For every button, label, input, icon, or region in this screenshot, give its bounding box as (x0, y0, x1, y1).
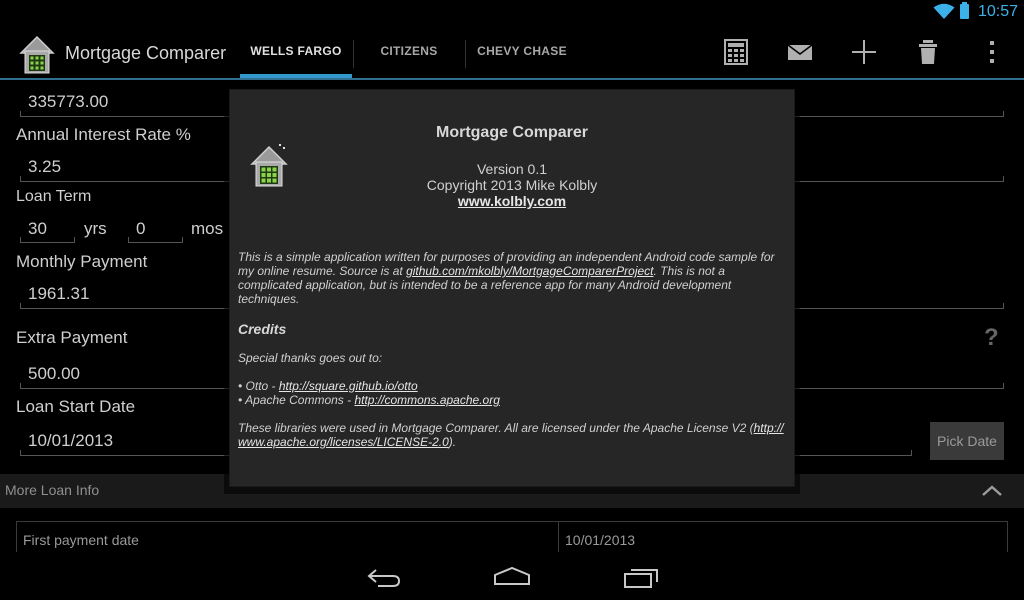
library-item-apache-commons: • Apache Commons - http://commons.apache… (238, 393, 790, 407)
action-bar-divider (0, 78, 1024, 80)
action-bar: Mortgage Comparer WELLS FARGO CITIZENS C… (0, 24, 1024, 80)
thanks-text: Special thanks goes out to: (238, 351, 383, 365)
website-link[interactable]: www.kolbly.com (458, 193, 566, 209)
license-text: These libraries were used in Mortgage Co… (238, 421, 754, 435)
table-divider (558, 522, 559, 554)
trash-icon[interactable] (914, 38, 942, 66)
table-cell-name: First payment date (23, 532, 139, 548)
tab-label: CITIZENS (380, 44, 438, 58)
interest-rate-field[interactable]: 3.25 (28, 157, 61, 177)
description-line: complicated application, but is intended… (238, 278, 732, 292)
battery-icon (960, 2, 969, 19)
license-line: www.apache.org/licenses/LICENSE-2.0). (238, 435, 790, 449)
about-dialog: Mortgage Comparer Version 0.1 Copyright … (230, 90, 794, 486)
app-title: Mortgage Comparer (65, 43, 227, 63)
years-unit-label: yrs (84, 219, 107, 238)
tab-wells-fargo[interactable]: WELLS FARGO (240, 24, 352, 78)
email-icon[interactable] (786, 38, 814, 66)
help-icon[interactable]: ? (984, 324, 999, 352)
license-line: These libraries were used in Mortgage Co… (238, 421, 790, 435)
months-unit-label: mos (191, 219, 224, 238)
loan-term-months-field[interactable]: 0 (136, 219, 145, 239)
description-line: my online resume. Source is at github.co… (238, 264, 790, 278)
library-name: • Apache Commons - (238, 393, 355, 407)
credits-heading: Credits (238, 321, 287, 337)
pick-date-button[interactable]: Pick Date (930, 422, 1004, 460)
license-paragraph: These libraries were used in Mortgage Co… (238, 421, 790, 449)
extra-payment-label: Extra Payment (16, 328, 128, 347)
calculator-icon[interactable] (722, 38, 750, 66)
source-link[interactable]: github.com/mkolbly/MortgageComparerProje… (406, 264, 653, 278)
license-link[interactable]: http:// (754, 421, 784, 435)
library-list: • Otto - http://square.github.io/otto • … (238, 379, 790, 407)
interest-rate-label: Annual Interest Rate % (16, 125, 191, 144)
status-bar: 10:57 (0, 0, 1024, 24)
tab-label: CHEVY CHASE (477, 44, 567, 58)
library-item-otto: • Otto - http://square.github.io/otto (238, 379, 790, 393)
website-link-row: www.kolbly.com (230, 193, 794, 209)
license-text: ). (448, 435, 457, 449)
copyright-text: Copyright 2013 Mike Kolbly (426, 177, 598, 193)
recent-apps-icon[interactable] (622, 566, 660, 588)
loan-term-years-field[interactable]: 30 (28, 219, 47, 239)
monthly-payment-label: Monthly Payment (16, 252, 148, 271)
loan-amount-field[interactable]: 335773.00 (28, 92, 108, 112)
tab-citizens[interactable]: CITIZENS (354, 24, 464, 78)
tab-chevy-chase[interactable]: CHEVY CHASE (466, 24, 578, 78)
screen: 10:57 Mortgage Comparer WELLS FARGO CITI… (0, 0, 1024, 600)
app-logo-icon[interactable] (18, 33, 56, 75)
loan-info-table (16, 521, 1008, 554)
home-icon[interactable] (493, 566, 531, 586)
description-text: my online resume. Source is at (238, 264, 407, 278)
otto-link[interactable]: http://square.github.io/otto (279, 379, 418, 393)
more-loan-info-label: More Loan Info (5, 482, 100, 498)
version-text: Version 0.1 (476, 161, 548, 177)
navigation-bar (0, 552, 1024, 600)
license-link[interactable]: www.apache.org/licenses/LICENSE-2.0 (238, 435, 449, 449)
add-icon[interactable] (850, 38, 878, 66)
tab-label: WELLS FARGO (250, 44, 342, 58)
chevron-up-icon[interactable] (981, 482, 1003, 498)
back-icon[interactable] (366, 566, 402, 588)
dialog-title: Mortgage Comparer (435, 124, 589, 141)
loan-start-date-label: Loan Start Date (16, 397, 136, 416)
wifi-icon (933, 3, 955, 19)
description-paragraph: This is a simple application written for… (238, 250, 790, 306)
description-line: techniques. (238, 292, 300, 306)
apache-commons-link[interactable]: http://commons.apache.org (354, 393, 499, 407)
description-text: . This is not a (653, 264, 725, 278)
monthly-payment-field[interactable]: 1961.31 (28, 284, 89, 304)
overflow-menu-icon[interactable] (978, 38, 1006, 66)
pick-date-label: Pick Date (937, 433, 997, 449)
extra-payment-field[interactable]: 500.00 (28, 364, 80, 384)
loan-term-years-underline (20, 237, 75, 243)
clock: 10:57 (978, 3, 1019, 20)
loan-start-date-field[interactable]: 10/01/2013 (28, 431, 113, 451)
description-line: This is a simple application written for… (238, 250, 775, 264)
loan-term-label: Loan Term (16, 188, 92, 205)
table-cell-value: 10/01/2013 (565, 532, 636, 548)
library-name: • Otto - (238, 379, 279, 393)
loan-term-months-underline (128, 237, 183, 243)
